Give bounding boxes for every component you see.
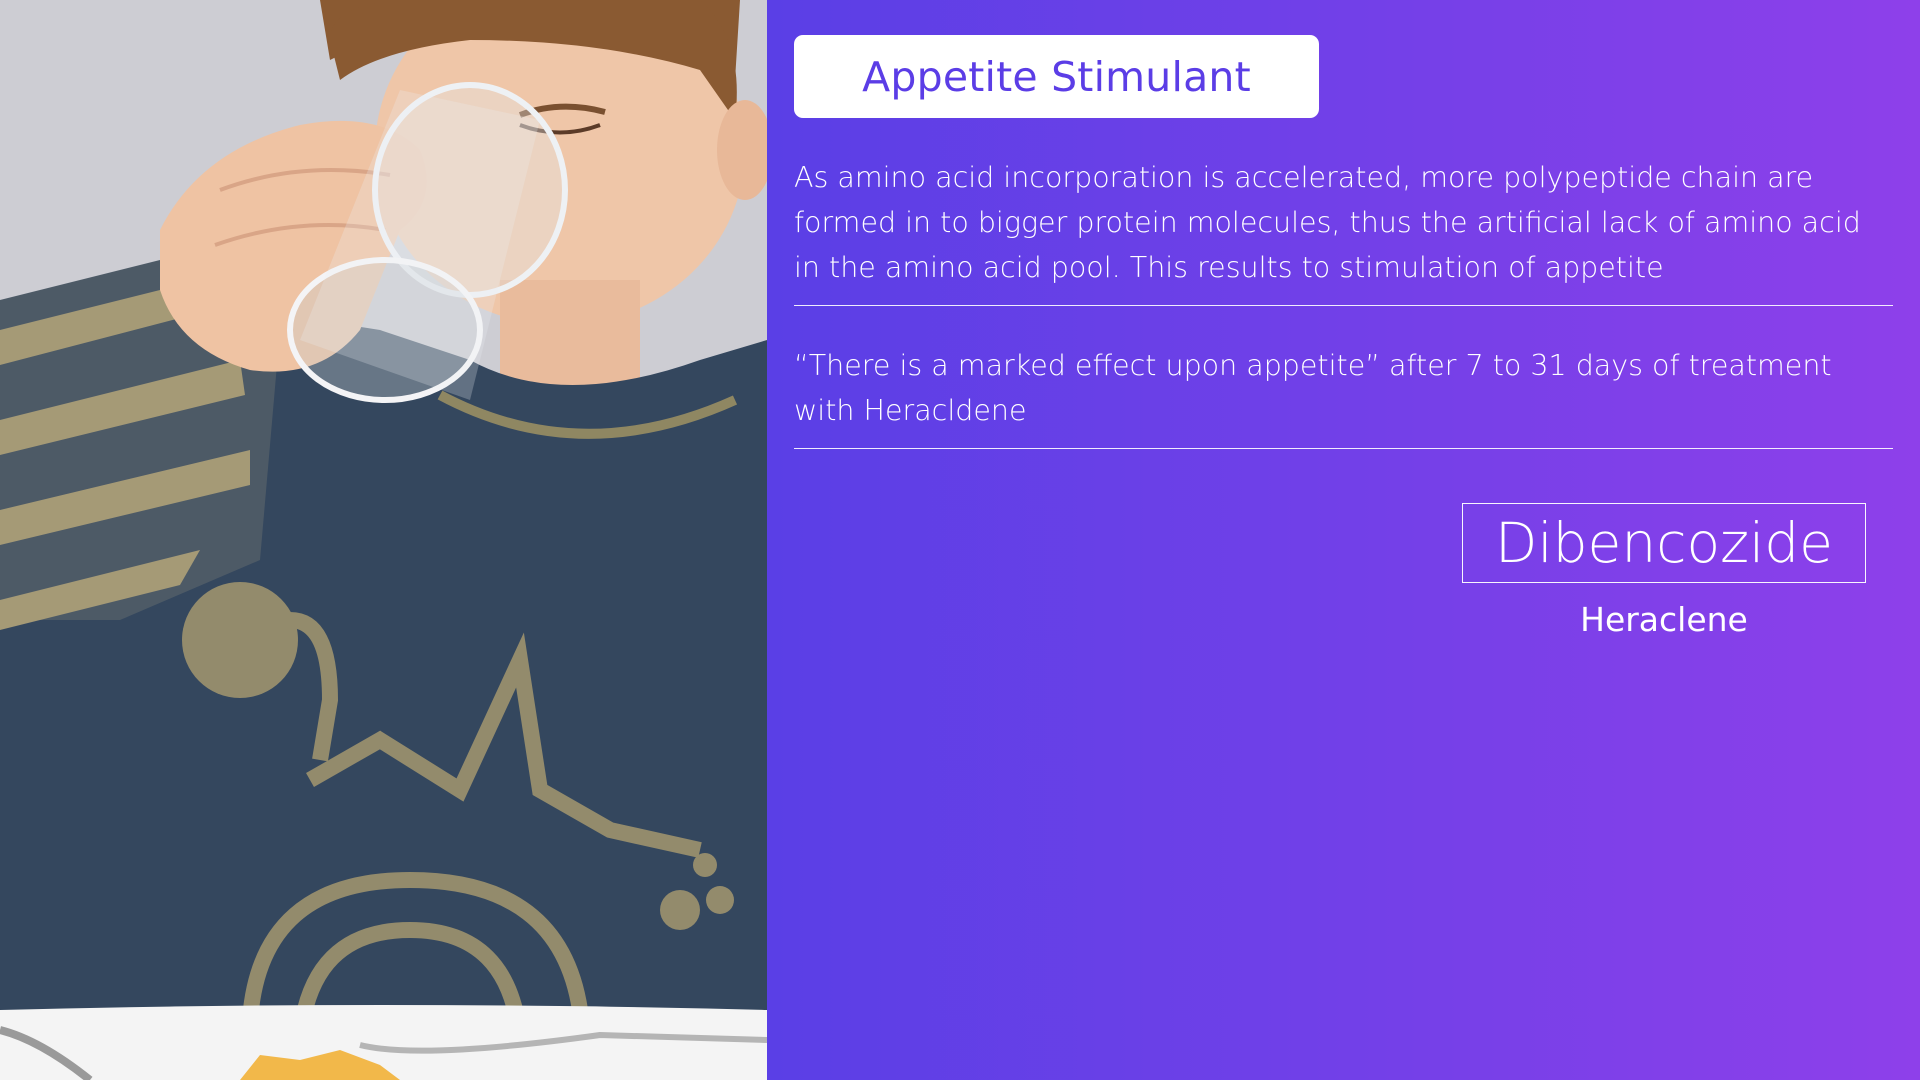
divider: [794, 305, 1893, 306]
mechanism-paragraph: As amino acid incorporation is accelerat…: [794, 161, 1861, 284]
slide-title: Appetite Stimulant: [862, 52, 1251, 101]
content-panel: Appetite Stimulant As amino acid incorpo…: [767, 0, 1920, 1080]
boy-drinking-water-photo: [0, 0, 767, 1080]
divider: [794, 448, 1893, 449]
title-box: Appetite Stimulant: [794, 35, 1319, 118]
drug-name: Dibencozide: [1494, 511, 1834, 575]
slide: Appetite Stimulant As amino acid incorpo…: [0, 0, 1920, 1080]
drug-name-box: Dibencozide: [1462, 503, 1866, 583]
quote-paragraph: “There is a marked effect upon appetite”…: [794, 349, 1832, 427]
brand-name: Heraclene: [1580, 600, 1748, 639]
